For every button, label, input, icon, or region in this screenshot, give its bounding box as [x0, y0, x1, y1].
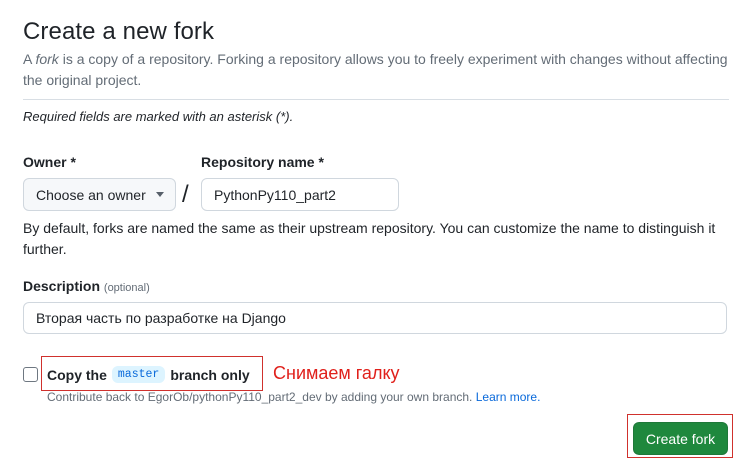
copy-branch-note: Contribute back to EgorOb/pythonPy110_pa… — [47, 390, 540, 404]
branch-name-chip: master — [111, 366, 166, 383]
repository-name-input[interactable] — [201, 178, 399, 211]
copy-branch-checkbox[interactable] — [23, 367, 38, 382]
owner-repo-separator: / — [182, 181, 189, 208]
description-label: Description (optional) — [23, 278, 150, 294]
copy-branch-label[interactable]: Copy the master branch only — [47, 366, 250, 383]
owner-select-value: Choose an owner — [36, 186, 146, 203]
subtitle-prefix: A — [23, 51, 36, 67]
chevron-down-icon — [156, 192, 164, 197]
required-fields-note: Required fields are marked with an aster… — [23, 109, 294, 124]
subtitle-rest: is a copy of a repository. Forking a rep… — [23, 51, 728, 88]
divider — [23, 99, 729, 100]
subtitle-fork-word: fork — [35, 51, 59, 67]
annotation-text: Снимаем галку — [273, 363, 400, 383]
owner-label: Owner * — [23, 154, 76, 170]
repository-name-note: By default, forks are named the same as … — [23, 220, 716, 257]
create-fork-button[interactable]: Create fork — [633, 422, 728, 455]
page-title: Create a new fork — [23, 18, 215, 45]
description-optional-hint: (optional) — [103, 282, 150, 294]
owner-select[interactable]: Choose an owner — [23, 178, 176, 211]
description-label-text: Description — [23, 278, 101, 294]
description-input[interactable] — [23, 302, 727, 334]
create-fork-page: Create a new fork A fork is a copy of a … — [0, 0, 740, 468]
copy-branch-label-before: Copy the — [47, 366, 107, 383]
repository-name-label: Repository name * — [201, 154, 324, 170]
copy-branch-label-after: branch only — [170, 366, 250, 383]
page-subtitle: A fork is a copy of a repository. Forkin… — [23, 49, 729, 91]
copy-branch-note-text: Contribute back to EgorOb/pythonPy110_pa… — [47, 390, 473, 404]
learn-more-link[interactable]: Learn more. — [476, 390, 541, 404]
